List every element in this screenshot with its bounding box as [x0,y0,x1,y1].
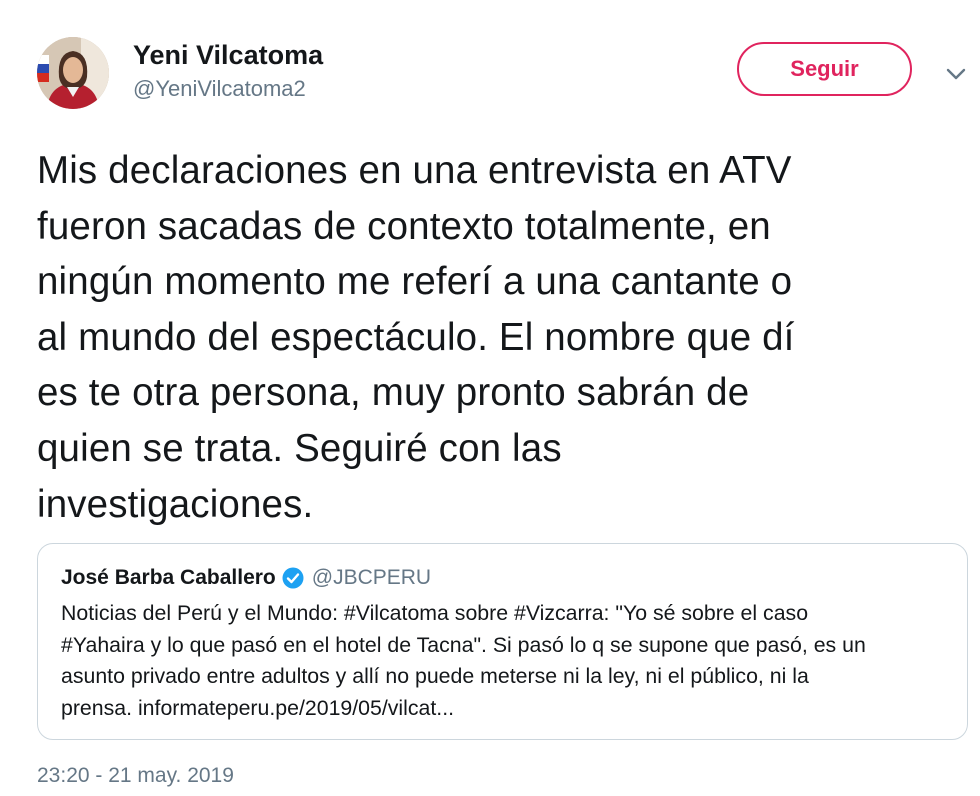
chevron-down-icon[interactable] [944,64,968,84]
quoted-author-name: José Barba Caballero [61,566,276,589]
tweet-text-line: es te otra persona, muy pronto sabrán de [37,371,750,415]
quoted-tweet-text: Noticias del Perú y el Mundo: #Vilcatoma… [61,598,951,724]
verified-badge-icon [282,567,304,589]
tweet-text-line: quien se trata. Seguiré con las [37,426,562,470]
tweet-text: Mis declaraciones en una entrevista en A… [37,143,967,532]
tweet-text-line: Mis declaraciones en una entrevista en A… [37,149,792,192]
avatar[interactable] [37,37,109,109]
author-name[interactable]: Yeni Vilcatoma [133,40,323,71]
quoted-text-line: #Yahaira y lo que pasó en el hotel de Ta… [61,632,866,657]
quoted-author-handle: @JBCPERU [311,566,432,589]
follow-button[interactable]: Seguir [737,42,912,96]
quoted-text-line: prensa. informateperu.pe/2019/05/vilcat.… [61,695,455,720]
quoted-text-line: Noticias del Perú y el Mundo: #Vilcatoma… [61,601,809,625]
quoted-text-line: asunto privado entre adultos y allí no p… [61,664,809,688]
author-handle[interactable]: @YeniVilcatoma2 [133,76,306,102]
tweet-text-line: ningún momento me referí a una cantante … [37,260,793,304]
tweet-text-line: investigaciones. [37,482,314,526]
tweet-timestamp[interactable]: 23:20 - 21 may. 2019 [37,764,234,788]
tweet-text-line: al mundo del espectáculo. El nombre que … [37,315,795,359]
quoted-tweet-header: José Barba Caballero @JBCPERU [61,566,431,590]
tweet-text-line: fueron sacadas de contexto totalmente, e… [37,204,771,248]
quoted-tweet-card[interactable]: José Barba Caballero @JBCPERU Noticias d… [37,543,968,740]
avatar-photo [37,37,109,109]
